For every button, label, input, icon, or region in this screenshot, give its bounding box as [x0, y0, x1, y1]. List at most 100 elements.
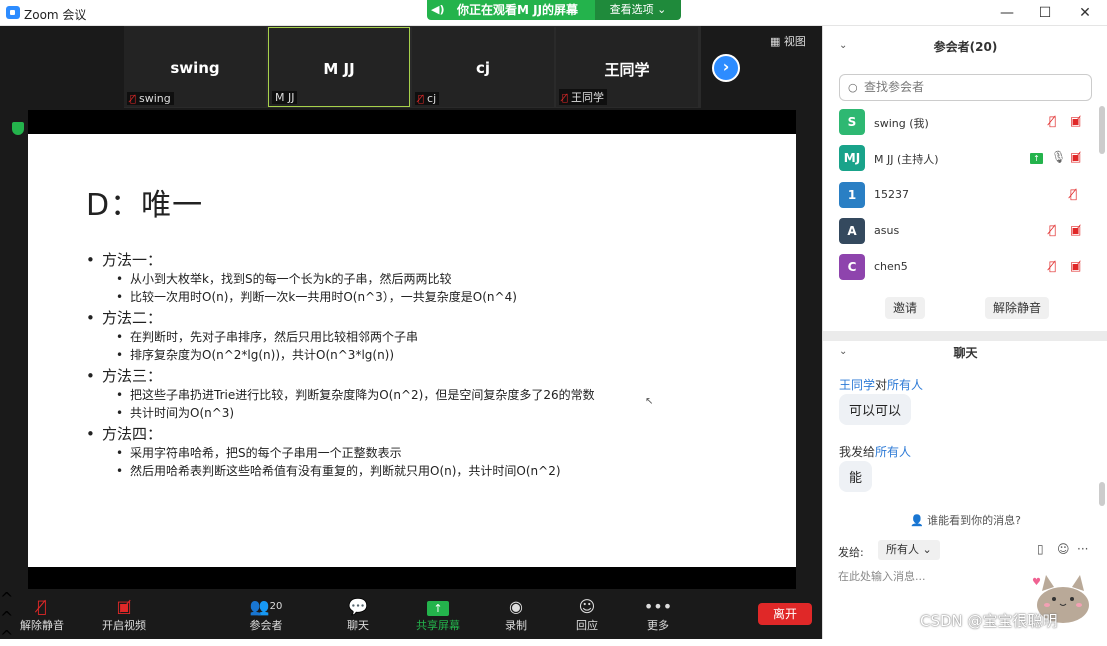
- video-tile-wang[interactable]: 王同学 🎙̸ 王同学: [556, 27, 698, 107]
- mic-muted-icon: 🎙̸: [37, 597, 47, 616]
- who-can-see-link[interactable]: 👤 谁能看到你的消息?: [823, 512, 1107, 528]
- method-item: 在判断时，先对子串排序，然后只用比较相邻两个子串: [86, 328, 766, 346]
- file-icon[interactable]: ▯: [1037, 542, 1044, 556]
- avatar: MJ: [839, 145, 865, 171]
- participant-row[interactable]: 1 15237 🎙̸: [839, 182, 1099, 210]
- leave-button[interactable]: 离开: [758, 603, 812, 625]
- avatar: S: [839, 109, 865, 135]
- meeting-toolbar: 🎙̸ 解除静音 ^ ▣̸ 开启视频 ^ 👥20 参会者 ^ 💬 聊天 ↑ 共享屏…: [0, 589, 822, 646]
- camera-off-icon: ▣̸: [1070, 259, 1082, 273]
- method-item: 从小到大枚举k，找到S的每一个长为k的子串，然后两两比较: [86, 270, 766, 288]
- method-item: 然后用哈希表判断这些哈希值有没有重复的，判断就只用O(n)，共计时间O(n^2): [86, 462, 766, 480]
- shared-screen: D：唯一 方法一： 从小到大枚举k，找到S的每一个长为k的子串，然后两两比较 比…: [28, 110, 796, 591]
- share-screen-button[interactable]: ↑ 共享屏幕: [412, 589, 464, 639]
- person-icon: 👤: [909, 514, 928, 527]
- slide-title: D：唯一: [86, 188, 204, 223]
- tile-label: 🎙̸ 王同学: [559, 89, 608, 105]
- tile-label: 🎙̸ swing: [127, 92, 174, 105]
- view-button[interactable]: ▦ 视图: [770, 33, 806, 49]
- participant-row[interactable]: C chen5 🎙̸ ▣̸: [839, 254, 1099, 282]
- share-screen-icon: ↑: [412, 595, 464, 619]
- side-panel: ⌄ 参会者(20) ○ 查找参会者 S swing (我) 🎙̸ ▣̸ MJ M…: [822, 26, 1107, 639]
- share-bottom-band: [28, 567, 796, 591]
- speaker-icon: ◀): [431, 3, 445, 16]
- invite-button[interactable]: 邀请: [885, 297, 925, 319]
- maximize-button[interactable]: ☐: [1030, 3, 1060, 23]
- record-icon: ◉: [509, 597, 523, 616]
- video-tile-swing[interactable]: swing 🎙̸ swing: [124, 27, 266, 107]
- method-item: 采用字符串哈希，把S的每个子串用一个正整数表示: [86, 444, 766, 462]
- tile-name: cj: [475, 59, 491, 77]
- tile-label: M JJ: [272, 91, 298, 104]
- recipient-select[interactable]: 所有人 ⌄: [878, 540, 940, 560]
- mouse-cursor-icon: ↖: [645, 396, 654, 407]
- watermark-text: CSDN @宝宝很聪明: [920, 612, 1058, 630]
- unmute-me-button[interactable]: 解除静音: [985, 297, 1049, 319]
- mic-muted-icon: 🎙̸: [1049, 223, 1057, 237]
- avatar: C: [839, 254, 865, 280]
- method-heading: 方法一：: [86, 250, 766, 270]
- grid-icon: ▦: [770, 35, 784, 48]
- slide-body: 方法一： 从小到大枚举k，找到S的每一个长为k的子串，然后两两比较 比较一次用时…: [86, 250, 766, 482]
- chat-scrollbar[interactable]: [1099, 482, 1105, 506]
- method-block: 方法一： 从小到大枚举k，找到S的每一个长为k的子串，然后两两比较 比较一次用时…: [86, 250, 766, 306]
- view-options-button[interactable]: 查看选项 ⌄: [595, 0, 681, 20]
- start-video-button[interactable]: ▣̸ 开启视频: [96, 589, 152, 639]
- participants-button[interactable]: 👥20 参会者: [244, 589, 288, 639]
- mic-muted-icon: 🎙̸: [1049, 114, 1057, 128]
- participants-scrollbar[interactable]: [1099, 106, 1105, 154]
- unmute-button[interactable]: 🎙̸ 解除静音: [14, 589, 70, 639]
- emoji-icon[interactable]: ☺: [1057, 542, 1070, 556]
- close-button[interactable]: ✕: [1070, 3, 1100, 23]
- video-tile-cj[interactable]: cj 🎙̸ cj: [412, 27, 554, 107]
- tile-label: 🎙̸ cj: [415, 92, 440, 105]
- more-dots-icon[interactable]: ···: [1077, 542, 1088, 556]
- camera-off-icon: ▣̸: [1070, 114, 1082, 128]
- camera-off-icon: ▣̸: [116, 597, 132, 616]
- mic-muted-icon: 🎙̸: [1049, 259, 1057, 273]
- mic-muted-icon: 🎙̸: [418, 94, 425, 105]
- chat-button[interactable]: 💬 聊天: [338, 589, 378, 639]
- chat-bubble: 可以可以: [839, 394, 912, 425]
- chat-title: 聊天: [953, 346, 978, 360]
- participant-name: M JJ (主持人): [874, 153, 939, 166]
- participant-name: 15237: [874, 188, 909, 201]
- participant-name: swing (我): [874, 117, 929, 130]
- camera-off-icon: ▣̸: [1070, 223, 1082, 237]
- chat-message-header: 我发给所有人: [839, 445, 912, 459]
- chat-message-header: 王同学对所有人: [839, 378, 924, 392]
- camera-off-icon: ▣̸: [1070, 150, 1082, 164]
- mic-icon: 🎙: [1051, 150, 1067, 164]
- svg-text:♥: ♥: [1032, 577, 1041, 588]
- participant-row[interactable]: S swing (我) 🎙̸ ▣̸: [839, 109, 1099, 137]
- method-item: 排序复杂度为O(n^2*lg(n))，共计O(n^3*lg(n)): [86, 346, 766, 364]
- more-button[interactable]: ••• 更多: [638, 589, 678, 639]
- method-heading: 方法二：: [86, 308, 766, 328]
- participant-search-input[interactable]: ○ 查找参会者: [839, 74, 1092, 101]
- method-item: 比较一次用时O(n)，判断一次k一共用时O(n^3），一共复杂度是O(n^4): [86, 288, 766, 306]
- method-block: 方法二： 在判断时，先对子串排序，然后只用比较相邻两个子串 排序复杂度为O(n^…: [86, 308, 766, 364]
- method-item: 共计时间为O(n^3): [86, 404, 766, 422]
- mic-muted-icon: 🎙̸: [1070, 187, 1078, 201]
- minimize-button[interactable]: —: [992, 3, 1022, 23]
- method-block: 方法三： 把这些子串扔进Trie进行比较，判断复杂度降为O(n^2)，但是空间复…: [86, 366, 766, 422]
- next-page-arrow-icon[interactable]: ›: [712, 54, 740, 82]
- mic-muted-icon: 🎙̸: [130, 94, 137, 105]
- method-heading: 方法四：: [86, 424, 766, 444]
- participants-icon: 👥20: [249, 597, 283, 616]
- more-dots-icon: •••: [643, 597, 673, 616]
- method-heading: 方法三：: [86, 366, 766, 386]
- security-shield-icon[interactable]: [12, 122, 24, 135]
- record-button[interactable]: ◉ 录制: [496, 589, 536, 639]
- reactions-button[interactable]: ☺ 回应: [567, 589, 607, 639]
- screen-share-icon: ↑: [1030, 153, 1043, 164]
- video-tile-mjj[interactable]: M JJ M JJ: [268, 27, 410, 107]
- mic-muted-icon: 🎙̸: [562, 93, 569, 104]
- tile-name: swing: [170, 59, 220, 77]
- panel-divider: [823, 331, 1107, 341]
- chat-input[interactable]: 在此处输入消息...: [838, 568, 926, 584]
- participant-row[interactable]: A asus 🎙̸ ▣̸: [839, 218, 1099, 246]
- participant-row[interactable]: MJ M JJ (主持人) ↑ 🎙 ▣̸: [839, 145, 1099, 173]
- search-icon: ○: [848, 81, 858, 94]
- tile-name: M JJ: [323, 60, 355, 78]
